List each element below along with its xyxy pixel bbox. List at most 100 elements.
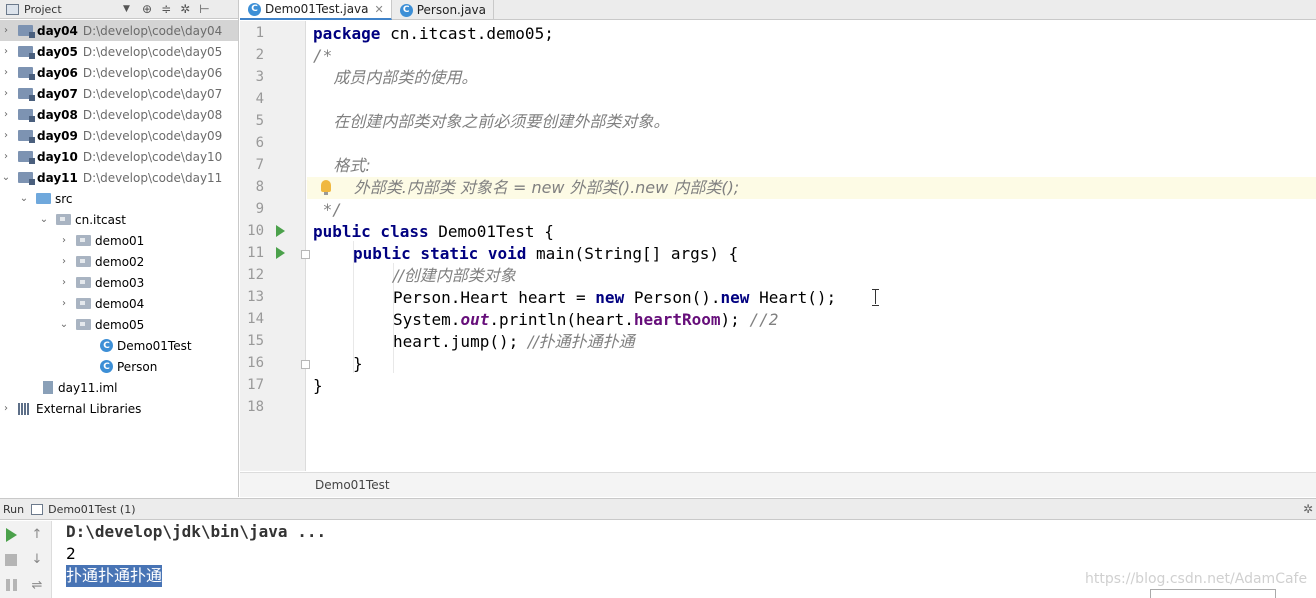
arrow-down-icon: ↓ xyxy=(31,551,43,567)
line-number: 14 xyxy=(247,311,264,327)
code-text: Person.Heart heart = xyxy=(393,288,596,307)
breadcrumb-item[interactable]: Demo01Test xyxy=(315,478,390,492)
tree-item-demo03[interactable]: › demo03 xyxy=(0,272,238,293)
pause-button[interactable] xyxy=(3,577,19,593)
run-config-icon xyxy=(31,503,44,515)
chevron-right-icon[interactable]: › xyxy=(0,88,12,99)
comment: 在创建内部类对象之前必须要创建外部类对象。 xyxy=(313,112,670,131)
code-line-14: System.out.println(heart.heartRoom); //2 xyxy=(307,309,1316,331)
gear-icon[interactable]: ✲ xyxy=(1303,502,1313,516)
pause-icon xyxy=(5,579,17,591)
code-text: } xyxy=(313,376,323,395)
project-panel-title[interactable]: Project xyxy=(24,3,62,16)
locate-icon[interactable]: ⊕ xyxy=(142,2,152,16)
tree-item-path: D:\develop\code\day10 xyxy=(82,149,223,164)
tree-item-day04[interactable]: › day04 D:\develop\code\day04 xyxy=(0,20,238,41)
tree-item-day09[interactable]: › day09 D:\develop\code\day09 xyxy=(0,125,238,146)
tree-item-src[interactable]: ⌄ src xyxy=(0,188,238,209)
tree-item-day06[interactable]: › day06 D:\develop\code\day06 xyxy=(0,62,238,83)
line-number: 17 xyxy=(247,377,264,393)
soft-wrap-button[interactable]: ⇌ xyxy=(29,577,45,593)
lightbulb-icon[interactable] xyxy=(321,180,331,195)
field: heartRoom xyxy=(633,310,721,329)
chevron-right-icon[interactable]: › xyxy=(0,46,12,57)
code-line-15: heart.jump(); //扑通扑通扑通 xyxy=(307,331,1316,353)
module-folder-icon xyxy=(18,88,35,101)
chevron-right-icon[interactable]: › xyxy=(0,25,12,36)
tab-person[interactable]: C Person.java xyxy=(392,0,495,20)
tree-item-demo05[interactable]: ⌄ demo05 xyxy=(0,314,238,335)
tree-item-label: day04 xyxy=(37,23,78,38)
code-line-7: 格式: xyxy=(307,155,1316,177)
tree-item-label: day09 xyxy=(37,128,78,143)
stop-button[interactable] xyxy=(3,552,19,568)
tree-item-label: demo04 xyxy=(95,296,145,311)
tree-item-day11-iml[interactable]: day11.iml xyxy=(0,377,238,398)
console-line: 2 xyxy=(66,544,76,563)
line-number: 15 xyxy=(247,333,264,349)
comment: /* xyxy=(313,46,333,65)
scroll-up-button[interactable]: ↑ xyxy=(29,526,45,542)
code-line-10: public class Demo01Test { xyxy=(307,221,1316,243)
chevron-down-icon[interactable]: ▼ xyxy=(123,4,130,14)
soft-wrap-icon: ⇌ xyxy=(31,577,43,593)
module-folder-icon xyxy=(18,109,35,122)
tree-item-label: day10 xyxy=(37,149,78,164)
tree-item-external-libraries[interactable]: › External Libraries xyxy=(0,398,238,419)
tree-item-day10[interactable]: › day10 D:\develop\code\day10 xyxy=(0,146,238,167)
tree-item-demo01test[interactable]: C Demo01Test xyxy=(0,335,238,356)
chevron-right-icon[interactable]: › xyxy=(0,67,12,78)
chevron-right-icon[interactable]: › xyxy=(58,298,70,309)
gear-icon[interactable]: ✲ xyxy=(180,2,190,16)
scroll-down-button[interactable]: ↓ xyxy=(29,551,45,567)
tree-item-day05[interactable]: › day05 D:\develop\code\day05 xyxy=(0,41,238,62)
tree-item-demo01[interactable]: › demo01 xyxy=(0,230,238,251)
run-tab[interactable]: Demo01Test (1) xyxy=(48,503,135,516)
run-main-icon[interactable] xyxy=(276,247,285,259)
tree-item-demo02[interactable]: › demo02 xyxy=(0,251,238,272)
code-line-5: 在创建内部类对象之前必须要创建外部类对象。 xyxy=(307,111,1316,133)
project-icon xyxy=(6,3,19,15)
chevron-down-icon[interactable]: ⌄ xyxy=(38,214,50,225)
module-folder-icon xyxy=(18,130,35,143)
tree-item-label: cn.itcast xyxy=(75,212,126,227)
chevron-down-icon[interactable]: ⌄ xyxy=(58,319,70,330)
close-icon[interactable]: ✕ xyxy=(375,3,384,16)
chevron-right-icon[interactable]: › xyxy=(0,109,12,120)
tab-demo01test[interactable]: C Demo01Test.java ✕ xyxy=(240,0,392,20)
line-number: 2 xyxy=(255,47,264,63)
code-editor[interactable]: 1 2 3 4 5 6 7 8 9 10 11 12 13 14 15 16 1… xyxy=(240,21,1316,497)
chevron-down-icon[interactable]: ⌄ xyxy=(18,193,30,204)
tree-item-demo04[interactable]: › demo04 xyxy=(0,293,238,314)
line-number: 8 xyxy=(255,179,264,195)
code-line-13: Person.Heart heart = new Person().new He… xyxy=(307,287,1316,309)
chevron-right-icon[interactable]: › xyxy=(0,403,12,414)
comment: 格式: xyxy=(313,156,371,175)
tree-item-cn-itcast[interactable]: ⌄ cn.itcast xyxy=(0,209,238,230)
tree-item-day11[interactable]: ⌄ day11 D:\develop\code\day11 xyxy=(0,167,238,188)
code-line-11: public static void main(String[] args) { xyxy=(307,243,1316,265)
tree-item-label: src xyxy=(55,191,73,206)
line-number: 18 xyxy=(247,399,264,415)
tree-item-day07[interactable]: › day07 D:\develop\code\day07 xyxy=(0,83,238,104)
chevron-right-icon[interactable]: › xyxy=(58,235,70,246)
chevron-right-icon[interactable]: › xyxy=(0,130,12,141)
module-folder-icon xyxy=(18,46,35,59)
rerun-button[interactable] xyxy=(3,527,19,543)
module-folder-icon xyxy=(18,67,35,80)
code-text: ); xyxy=(720,310,750,329)
tree-item-day08[interactable]: › day08 D:\develop\code\day08 xyxy=(0,104,238,125)
hide-panel-icon[interactable]: ⊢ xyxy=(199,2,209,16)
chevron-right-icon[interactable]: › xyxy=(58,277,70,288)
line-number: 16 xyxy=(247,355,264,371)
project-panel: Project ▼ ⊕ ≑ ✲ ⊢ › day04 D:\develop\code\… xyxy=(0,0,239,497)
tree-item-label: Person xyxy=(117,359,158,374)
chevron-down-icon[interactable]: ⌄ xyxy=(0,172,12,183)
collapse-all-icon[interactable]: ≑ xyxy=(161,2,171,16)
chevron-right-icon[interactable]: › xyxy=(0,151,12,162)
chevron-right-icon[interactable]: › xyxy=(58,256,70,267)
run-class-icon[interactable] xyxy=(276,225,285,237)
tree-item-person[interactable]: C Person xyxy=(0,356,238,377)
code-area[interactable]: package cn.itcast.demo05; /* 成员内部类的使用。 在… xyxy=(307,21,1316,471)
